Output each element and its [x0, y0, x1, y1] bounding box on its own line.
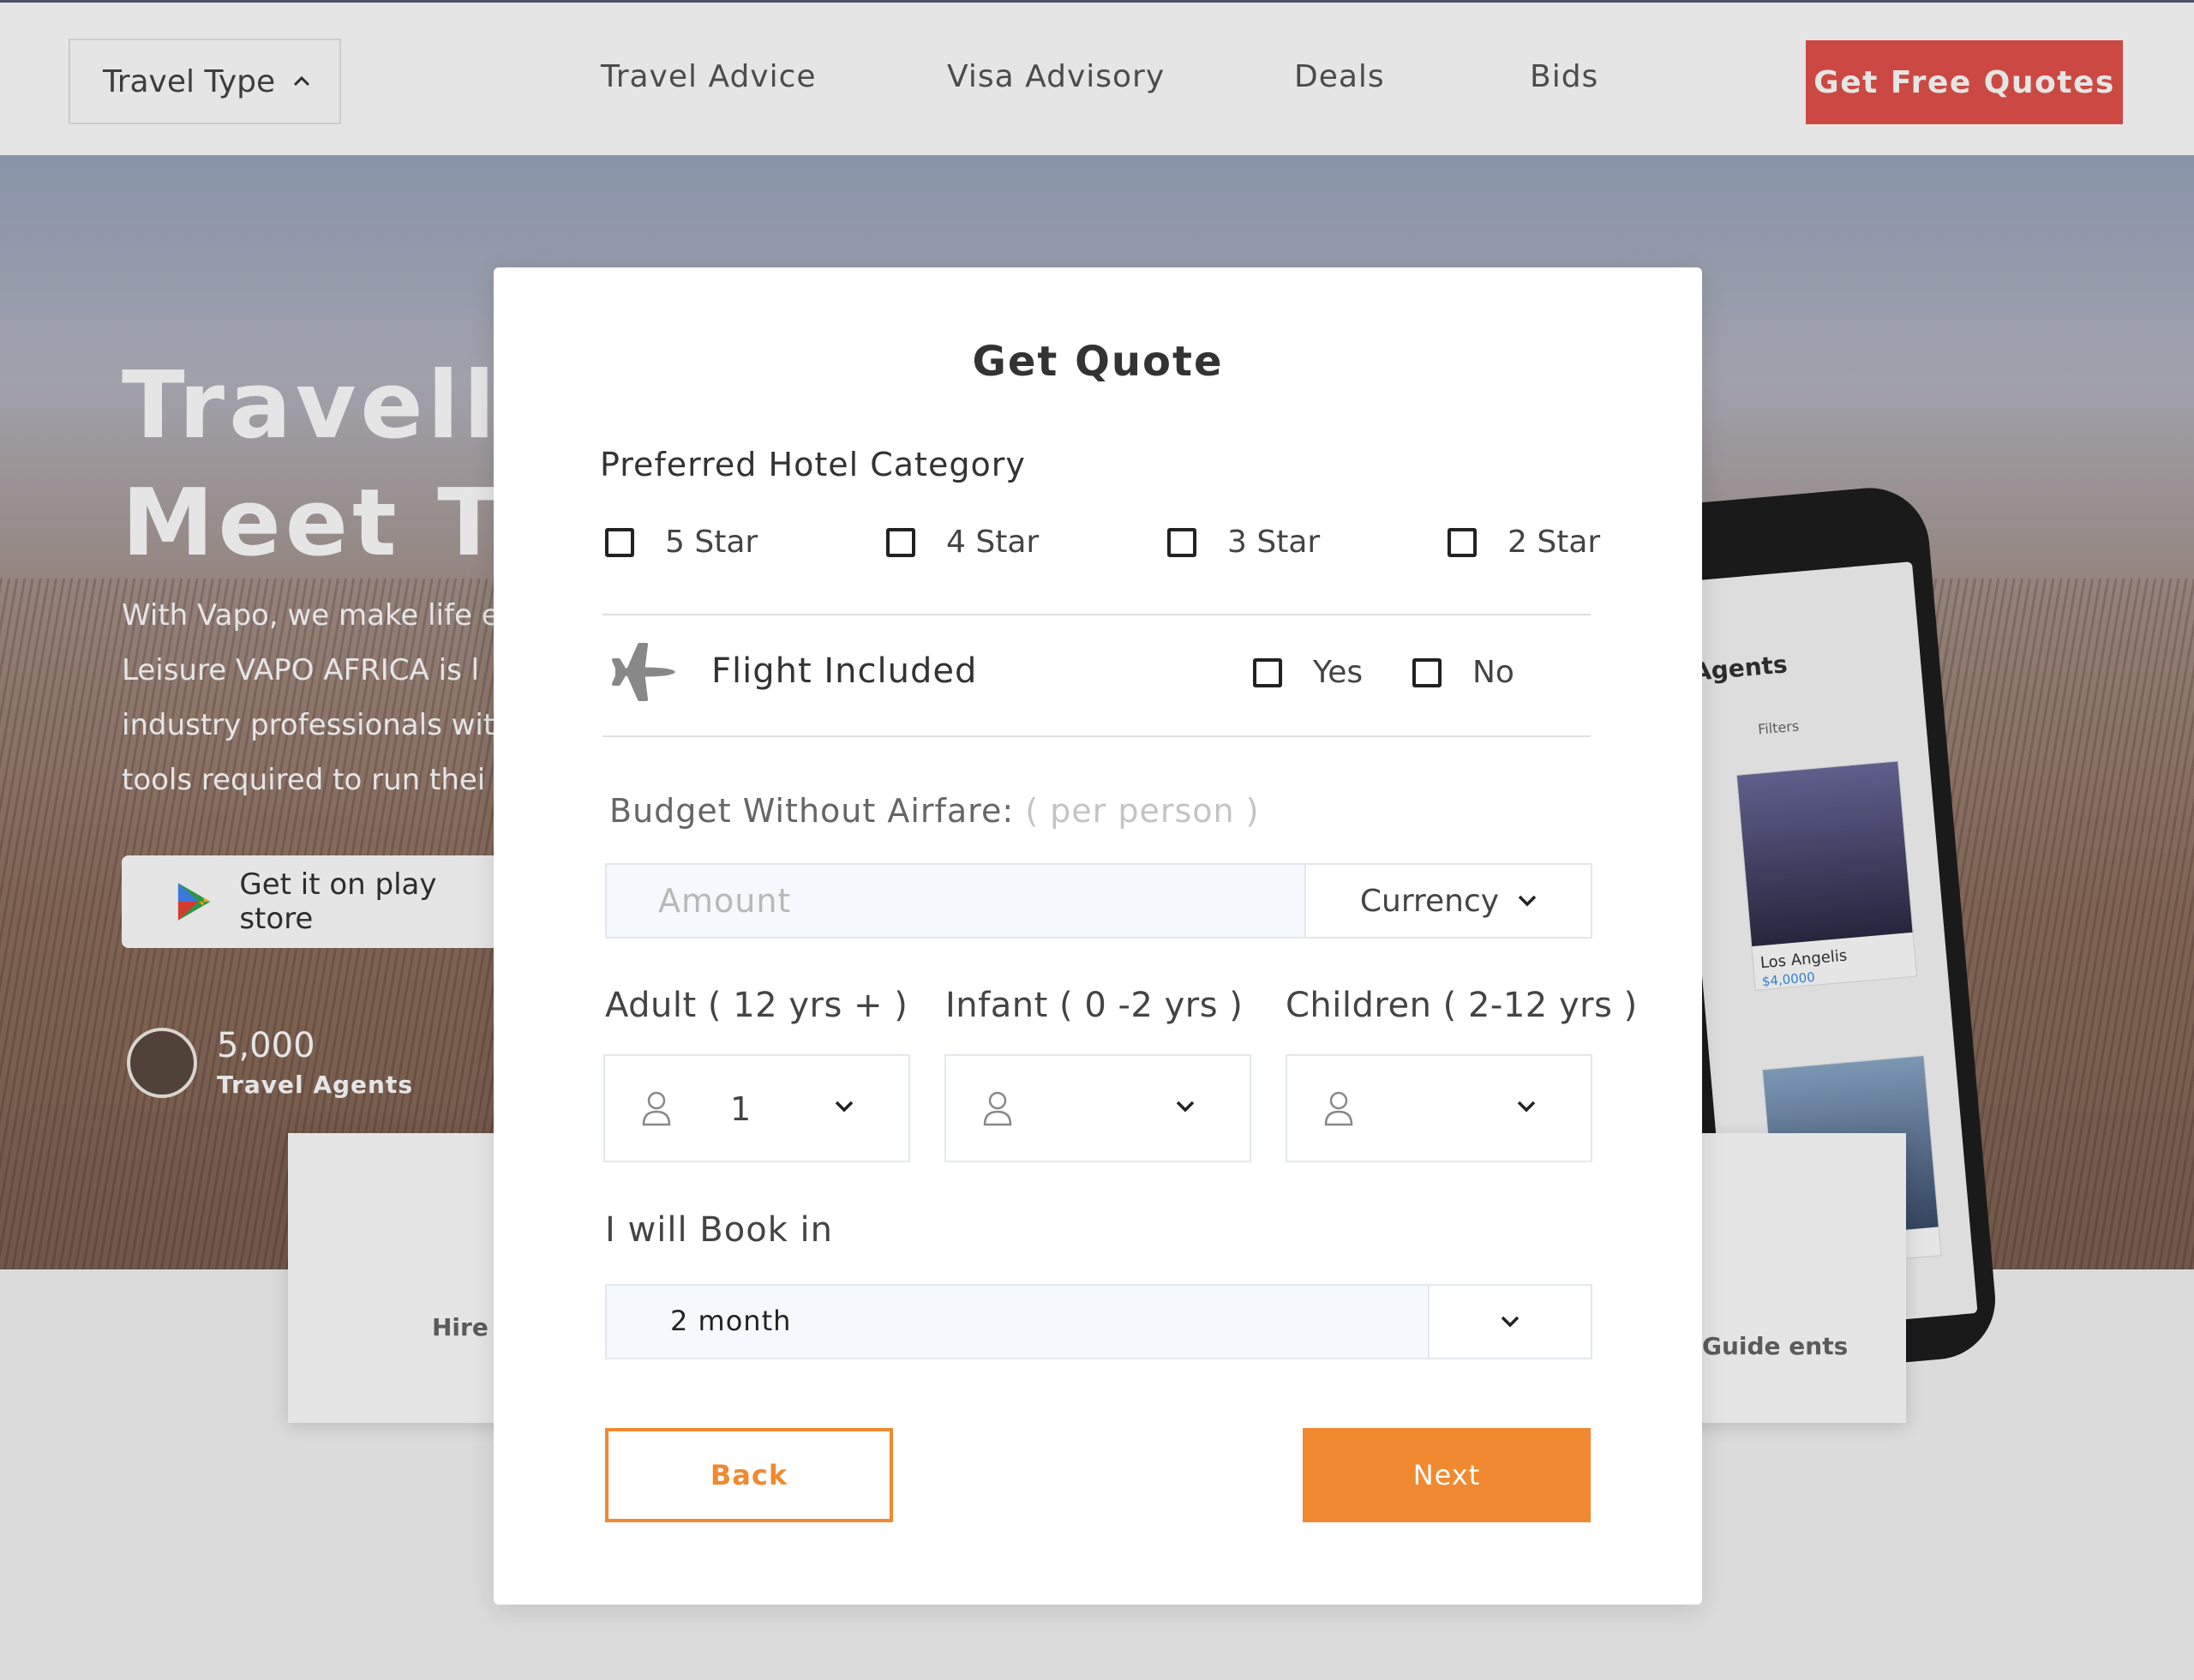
airplane-icon [612, 643, 675, 701]
user-icon [1324, 1091, 1353, 1126]
user-icon [642, 1091, 671, 1126]
checkbox[interactable] [1253, 657, 1282, 687]
flight-yes-option[interactable]: Yes [1253, 655, 1363, 690]
checkbox[interactable] [605, 527, 634, 557]
get-quote-modal: Get Quote Preferred Hotel Category 5 Sta… [494, 267, 1702, 1605]
adult-label: Adult ( 12 yrs + ) [605, 986, 908, 1025]
star-option-3[interactable]: 3 Star [1167, 525, 1320, 560]
user-icon [983, 1091, 1012, 1126]
book-in-value: 2 month [670, 1305, 792, 1337]
budget-label: Budget Without Airfare: ( per person ) [609, 792, 1260, 830]
flight-no-option[interactable]: No [1412, 655, 1514, 690]
chevron-down-icon [1501, 1316, 1520, 1328]
infant-label: Infant ( 0 -2 yrs ) [945, 986, 1244, 1025]
back-button[interactable]: Back [605, 1428, 893, 1522]
children-label: Children ( 2-12 yrs ) [1286, 986, 1638, 1025]
flight-yes-label: Yes [1313, 655, 1364, 690]
checkbox[interactable] [1412, 657, 1442, 687]
hotel-category-heading: Preferred Hotel Category [600, 446, 1026, 483]
checkbox[interactable] [886, 527, 915, 557]
divider [602, 735, 1591, 737]
star-option-5[interactable]: 5 Star [605, 525, 758, 560]
adult-select-value: 1 [730, 1090, 752, 1128]
book-in-dropdown-toggle[interactable] [1428, 1286, 1591, 1358]
currency-select-label: Currency [1359, 883, 1500, 919]
budget-label-text: Budget Without Airfare: [609, 792, 1015, 830]
flight-no-label: No [1472, 655, 1514, 690]
star-option-label: 5 Star [665, 525, 758, 560]
adult-select[interactable]: 1 [603, 1054, 910, 1162]
star-option-label: 4 Star [946, 525, 1040, 560]
star-option-label: 3 Star [1227, 525, 1321, 560]
budget-per-person-hint: ( per person ) [1025, 792, 1260, 830]
star-option-4[interactable]: 4 Star [886, 525, 1039, 560]
book-in-select[interactable]: 2 month [605, 1284, 1592, 1359]
chevron-down-icon [835, 1101, 854, 1113]
star-option-2[interactable]: 2 Star [1448, 525, 1600, 560]
star-option-label: 2 Star [1508, 525, 1601, 560]
next-button[interactable]: Next [1303, 1428, 1591, 1522]
checkbox[interactable] [1167, 527, 1196, 557]
children-select[interactable] [1286, 1054, 1592, 1162]
chevron-down-icon [1176, 1101, 1195, 1113]
divider [602, 614, 1591, 615]
infant-select[interactable] [944, 1054, 1251, 1162]
chevron-down-icon [1517, 1101, 1536, 1113]
flight-included-label: Flight Included [711, 651, 978, 691]
amount-input[interactable] [605, 863, 1306, 939]
currency-select[interactable]: Currency [1304, 863, 1592, 939]
modal-title: Get Quote [972, 338, 1224, 386]
chevron-down-icon [1518, 895, 1537, 907]
checkbox[interactable] [1448, 527, 1477, 557]
book-in-label: I will Book in [605, 1210, 834, 1250]
